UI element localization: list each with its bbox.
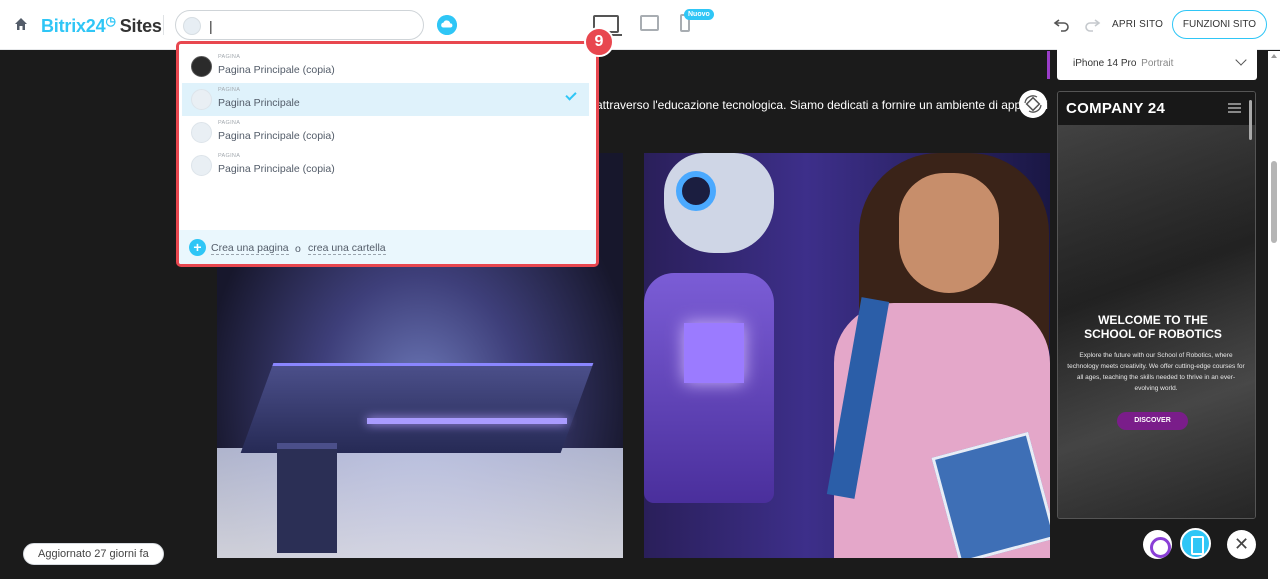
checkmark-icon (565, 89, 577, 101)
brand-logo[interactable]: Bitrix24◷ Sites (41, 14, 162, 37)
device-name: iPhone 14 Pro (1073, 58, 1137, 69)
page-list-dropdown: PAGINA Pagina Principale (copia) PAGINA … (176, 41, 599, 267)
phone-hero-title: WELCOME TO THE SCHOOL OF ROBOTICS (1058, 313, 1248, 341)
page-title: Pagina Principale (copia) (218, 163, 335, 175)
home-icon[interactable] (14, 17, 28, 31)
scrollbar-thumb[interactable] (1271, 161, 1277, 243)
new-badge: Nuovo (684, 9, 714, 20)
hero-paragraph[interactable]: attraverso l'educazione tecnologica. Sia… (596, 98, 1048, 112)
page-title: Pagina Principale (218, 97, 300, 109)
phone-header: COMPANY 24 (1058, 92, 1255, 125)
page-type-label: PAGINA (218, 54, 241, 60)
page-thumbnail-icon (191, 89, 212, 110)
phone-hero: WELCOME TO THE SCHOOL OF ROBOTICS Explor… (1058, 125, 1255, 518)
hamburger-menu-icon[interactable] (1228, 103, 1241, 113)
page-type-label: PAGINA (218, 87, 241, 93)
page-selector-input[interactable]: | (175, 10, 424, 40)
phone-preview[interactable]: COMPANY 24 WELCOME TO THE SCHOOL OF ROBO… (1057, 91, 1256, 519)
clock-icon: ◷ (105, 14, 116, 28)
brand-name: Bitrix24 (41, 16, 106, 36)
page-list-item-selected[interactable]: PAGINA Pagina Principale (182, 83, 589, 116)
phone-scrollbar[interactable] (1249, 100, 1252, 140)
close-preview-button[interactable]: ✕ (1227, 530, 1256, 559)
rotate-icon[interactable] (1019, 90, 1047, 118)
page-thumbnail-icon (191, 122, 212, 143)
last-updated-status: Aggiornato 27 giorni fa (23, 543, 164, 565)
dropdown-footer: + Crea una pagina o crea una cartella (179, 230, 596, 264)
page-type-label: PAGINA (218, 120, 241, 126)
device-orientation: Portrait (1141, 58, 1174, 69)
page-type-label: PAGINA (218, 153, 241, 159)
scroll-up-arrow-icon[interactable] (1271, 54, 1277, 58)
redo-icon[interactable] (1083, 15, 1101, 33)
mobile-view-button[interactable] (1180, 528, 1211, 559)
step-number-badge: 9 (584, 27, 614, 57)
page-title: Pagina Principale (copia) (218, 130, 335, 142)
site-functions-button[interactable]: FUNZIONI SITO (1172, 10, 1267, 39)
discover-button[interactable]: DISCOVER (1117, 412, 1188, 430)
device-select[interactable]: iPhone 14 Pro Portrait (1057, 47, 1257, 80)
page-thumbnail-icon (191, 56, 212, 77)
close-icon: ✕ (1233, 534, 1250, 554)
divider (163, 15, 164, 35)
phone-logo: COMPANY 24 (1066, 100, 1166, 117)
create-page-link[interactable]: Crea una pagina (211, 243, 289, 255)
page-input-value: | (209, 18, 213, 34)
brand-suffix: Sites (119, 16, 162, 36)
panel-accent (1047, 51, 1050, 79)
undo-icon[interactable] (1053, 15, 1071, 33)
phone-hero-description: Explore the future with our School of Ro… (1067, 352, 1245, 392)
page-list-item[interactable]: PAGINA Pagina Principale (copia) (182, 50, 589, 83)
plus-icon[interactable]: + (189, 239, 206, 256)
page-scrollbar[interactable] (1268, 51, 1280, 579)
page-thumbnail-icon (183, 17, 201, 35)
open-site-link[interactable]: APRI SITO (1112, 19, 1163, 30)
copilot-button[interactable] (1143, 530, 1172, 559)
page-title: Pagina Principale (copia) (218, 64, 335, 76)
or-separator: o (295, 243, 301, 255)
tablet-preview-icon[interactable] (640, 15, 659, 31)
create-folder-link[interactable]: crea una cartella (308, 243, 386, 255)
chevron-down-icon (1235, 54, 1247, 66)
phone-title-line-2: SCHOOL OF ROBOTICS (1084, 327, 1222, 341)
page-list-item[interactable]: PAGINA Pagina Principale (copia) (182, 149, 589, 182)
robot-and-student-image[interactable] (644, 153, 1050, 558)
phone-title-line-1: WELCOME TO THE (1098, 313, 1208, 327)
cloud-publish-icon[interactable] (437, 15, 457, 35)
page-list-item[interactable]: PAGINA Pagina Principale (copia) (182, 116, 589, 149)
page-thumbnail-icon (191, 155, 212, 176)
